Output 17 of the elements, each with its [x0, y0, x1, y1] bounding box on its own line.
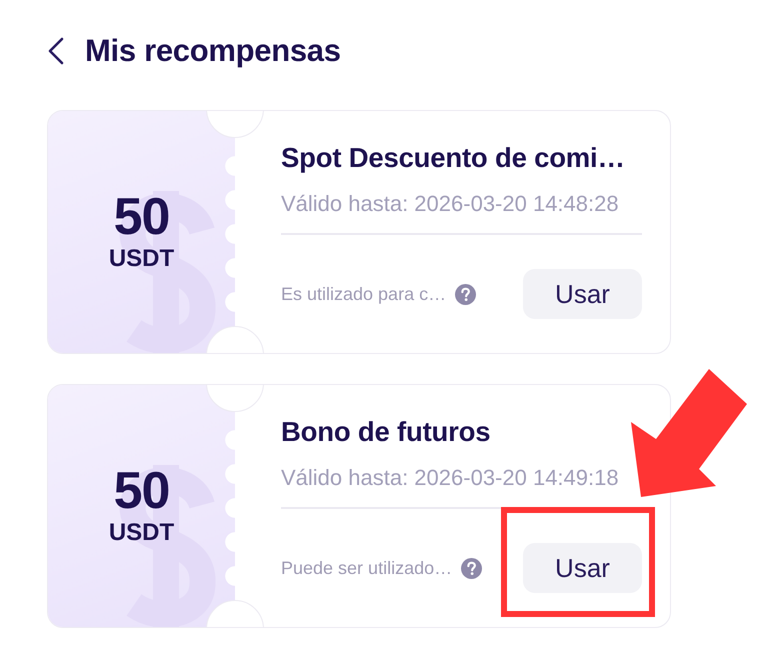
use-button[interactable]: Usar	[523, 269, 642, 319]
coupon-title: Bono de futuros	[281, 416, 492, 448]
coupon-title: Spot Descuento de comi…	[281, 142, 626, 174]
back-icon	[47, 37, 64, 65]
help-icon[interactable]	[461, 558, 482, 578]
reward-amount: 50	[114, 465, 170, 517]
usage-description: Es utilizado para c…	[281, 284, 446, 304]
page-title: Mis recompensas	[85, 34, 341, 68]
expiry-date: Válido hasta: 2026-03-20 14:48:28	[281, 191, 620, 217]
help-icon[interactable]	[455, 284, 476, 304]
usage-description: Puede ser utilizado…	[281, 558, 452, 578]
currency-label: USDT	[108, 519, 174, 547]
use-button[interactable]: Usar	[523, 543, 642, 593]
expiry-date: Válido hasta: 2026-03-20 14:49:18	[281, 465, 620, 491]
currency-label: USDT	[108, 245, 174, 273]
back-button[interactable]	[47, 37, 64, 65]
reward-amount: 50	[114, 191, 170, 243]
